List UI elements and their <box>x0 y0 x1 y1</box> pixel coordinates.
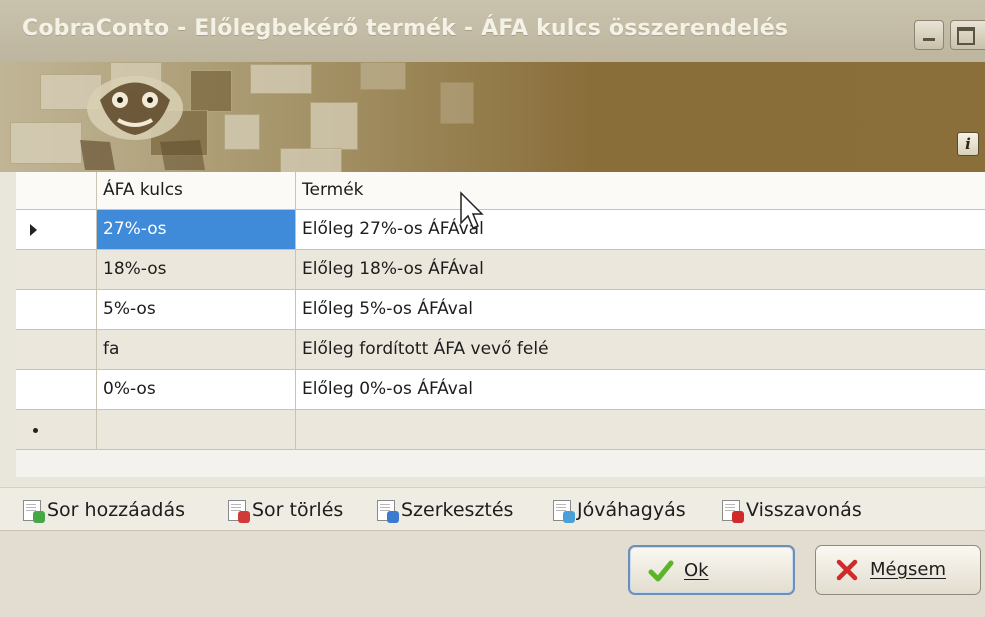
termek-cell[interactable]: Előleg 18%-os ÁFÁval <box>296 250 985 289</box>
edit-icon <box>377 500 399 523</box>
grid-empty-area <box>16 450 985 477</box>
afa-kulcs-cell[interactable]: 0%-os <box>97 370 296 409</box>
delete-row-icon <box>228 500 250 523</box>
table-row[interactable]: fa Előleg fordított ÁFA vevő felé <box>16 330 985 370</box>
row-selector[interactable] <box>16 290 97 329</box>
row-header-corner <box>16 172 97 209</box>
row-selector[interactable] <box>16 370 97 409</box>
table-row[interactable]: 18%-os Előleg 18%-os ÁFÁval <box>16 250 985 290</box>
grid-header-row: ÁFA kulcs Termék <box>16 172 985 210</box>
table-row[interactable]: 5%-os Előleg 5%-os ÁFÁval <box>16 290 985 330</box>
revert-icon <box>722 500 744 523</box>
row-selector[interactable] <box>16 250 97 289</box>
afa-kulcs-cell[interactable]: 27%-os <box>97 210 296 249</box>
minimize-button[interactable] <box>914 20 944 50</box>
add-row-icon <box>23 500 45 523</box>
dialog-button-bar: Ok Mégsem <box>0 531 985 617</box>
table-row[interactable]: 0%-os Előleg 0%-os ÁFÁval <box>16 370 985 410</box>
termek-cell[interactable]: Előleg fordított ÁFA vevő felé <box>296 330 985 369</box>
column-header-afa-kulcs[interactable]: ÁFA kulcs <box>97 172 296 209</box>
afa-kulcs-cell[interactable] <box>97 410 296 449</box>
termek-cell[interactable] <box>296 410 985 449</box>
mouse-cursor-icon <box>460 191 484 229</box>
termek-cell[interactable]: Előleg 5%-os ÁFÁval <box>296 290 985 329</box>
info-button[interactable]: i <box>957 132 979 156</box>
approve-icon <box>553 500 575 523</box>
termek-cell[interactable]: Előleg 27%-os ÁFÁval <box>296 210 985 249</box>
maximize-icon <box>957 27 975 45</box>
window-title: CobraConto - Előlegbekérő termék - ÁFA k… <box>22 16 789 41</box>
ok-button[interactable]: Ok <box>628 545 795 595</box>
action-toolbar: Sor hozzáadás Sor törlés Szerkesztés Jóv… <box>0 487 985 531</box>
header-banner <box>0 62 985 172</box>
row-selector[interactable] <box>16 210 97 249</box>
afa-kulcs-cell[interactable]: fa <box>97 330 296 369</box>
cobra-logo <box>40 70 240 170</box>
row-selector[interactable] <box>16 330 97 369</box>
afa-kulcs-cell[interactable]: 18%-os <box>97 250 296 289</box>
current-row-icon <box>30 224 37 236</box>
row-selector[interactable] <box>16 410 97 449</box>
afa-kulcs-cell[interactable]: 5%-os <box>97 290 296 329</box>
close-icon <box>836 559 858 581</box>
new-row[interactable] <box>16 410 985 450</box>
column-header-termek[interactable]: Termék <box>296 172 985 209</box>
table-row[interactable]: 27%-os Előleg 27%-os ÁFÁval <box>16 210 985 250</box>
data-grid[interactable]: ÁFA kulcs Termék 27%-os Előleg 27%-os ÁF… <box>16 172 985 477</box>
new-row-icon <box>33 428 38 433</box>
title-bar: CobraConto - Előlegbekérő termék - ÁFA k… <box>0 0 985 62</box>
checkmark-icon <box>648 560 674 582</box>
cancel-button[interactable]: Mégsem <box>815 545 981 595</box>
maximize-button[interactable] <box>950 20 985 50</box>
minimize-icon <box>923 38 935 41</box>
termek-cell[interactable]: Előleg 0%-os ÁFÁval <box>296 370 985 409</box>
